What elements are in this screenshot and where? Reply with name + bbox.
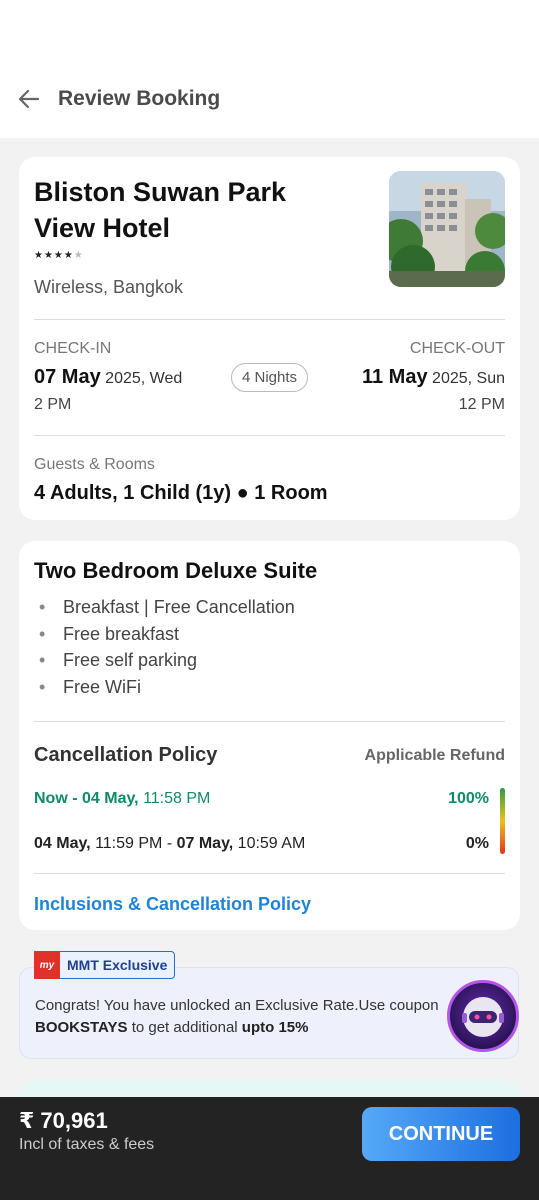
amenity-item: Free self parking — [39, 650, 295, 677]
page-title: Review Booking — [58, 87, 221, 110]
room-title: Two Bedroom Deluxe Suite — [34, 558, 318, 583]
hotel-image[interactable] — [389, 171, 505, 287]
room-card: Two Bedroom Deluxe Suite Breakfast | Fre… — [19, 541, 520, 930]
hotel-location: Wireless, Bangkok — [34, 277, 184, 297]
hotel-name: Bliston Suwan Park View Hotel — [34, 177, 287, 243]
applicable-refund-title: Applicable Refund — [364, 747, 505, 764]
checkout-date: 11 May 2025, Sun — [362, 366, 505, 389]
inclusions-cancellation-link[interactable]: Inclusions & Cancellation Policy — [34, 894, 311, 915]
policy-period-start: Now - 04 May, — [34, 790, 139, 807]
checkin-day: 07 May — [34, 366, 101, 388]
exclusive-rate-text: Congrats! You have unlocked an Exclusive… — [35, 995, 465, 1039]
amenity-item: Free breakfast — [39, 624, 295, 651]
policy-row-no-refund: 04 May, 11:59 PM - 07 May, 10:59 AM — [34, 835, 305, 853]
checkin-time: 2 PM — [34, 396, 72, 413]
divider — [34, 873, 505, 874]
guests-value: 4 Adults, 1 Child (1y) ● 1 Room — [34, 482, 328, 504]
continue-button[interactable]: CONTINUE — [362, 1107, 520, 1161]
policy-period-end: 07 May, — [176, 835, 234, 852]
mmt-logo-icon: my — [34, 951, 60, 979]
refund-percent-full: 100% — [448, 790, 489, 807]
coupon-code: BOOKSTAYS — [35, 1019, 128, 1036]
checkout-label: CHECK-OUT — [409, 340, 505, 357]
mmt-exclusive-label: MMT Exclusive — [67, 957, 168, 973]
policy-period-start: 04 May, — [34, 835, 91, 852]
divider — [34, 435, 505, 436]
cancellation-policy-title: Cancellation Policy — [34, 744, 218, 766]
price-note: Incl of taxes & fees — [19, 1136, 155, 1153]
checkout-time: 12 PM — [458, 396, 505, 413]
hotel-card: Bliston Suwan Park View Hotel ★★★★★ Wire… — [19, 157, 520, 520]
star-filled-icons: ★★★★ — [34, 250, 74, 261]
checkin-date: 07 May 2025, Wed — [34, 366, 182, 389]
checkin-label: CHECK-IN — [34, 340, 112, 357]
amenities-list: Breakfast | Free Cancellation Free break… — [39, 597, 295, 703]
amenity-item: Free WiFi — [39, 677, 295, 704]
chatbot-avatar-icon[interactable] — [447, 980, 519, 1052]
mmt-exclusive-badge: my MMT Exclusive — [34, 951, 176, 979]
exclusive-rate-card: Congrats! You have unlocked an Exclusive… — [19, 967, 519, 1059]
back-arrow-icon[interactable] — [16, 86, 42, 112]
exclusive-line: Congrats! You have unlocked an Exclusive… — [35, 997, 439, 1014]
total-price: ₹ 70,961 — [19, 1108, 108, 1133]
exclusive-mid: to get additional — [127, 1019, 242, 1036]
checkout-day: 11 May — [361, 366, 428, 388]
checkout-year-weekday: 2025, Sun — [427, 370, 505, 387]
policy-period-time: 11:59 PM - — [90, 835, 177, 852]
amenity-item: Breakfast | Free Cancellation — [39, 597, 295, 624]
divider — [34, 319, 505, 320]
hotel-rating: ★★★★★ — [34, 250, 84, 261]
star-empty-icon: ★ — [73, 250, 84, 261]
checkin-year-weekday: 2025, Wed — [100, 370, 183, 387]
policy-period-end-time: 10:59 AM — [233, 835, 306, 852]
bottom-bar: ₹ 70,961 Incl of taxes & fees CONTINUE — [0, 1097, 539, 1200]
top-bar: Review Booking — [0, 0, 539, 138]
refund-percent-none: 0% — [465, 835, 489, 852]
refund-gradient-bar — [500, 788, 505, 854]
divider — [34, 721, 505, 722]
policy-period-time: 11:58 PM — [138, 790, 211, 807]
exclusive-discount: upto 15% — [241, 1019, 309, 1036]
guests-label: Guests & Rooms — [34, 456, 155, 473]
policy-row-full-refund: Now - 04 May, 11:58 PM — [34, 790, 210, 808]
nights-pill: 4 Nights — [231, 363, 309, 392]
